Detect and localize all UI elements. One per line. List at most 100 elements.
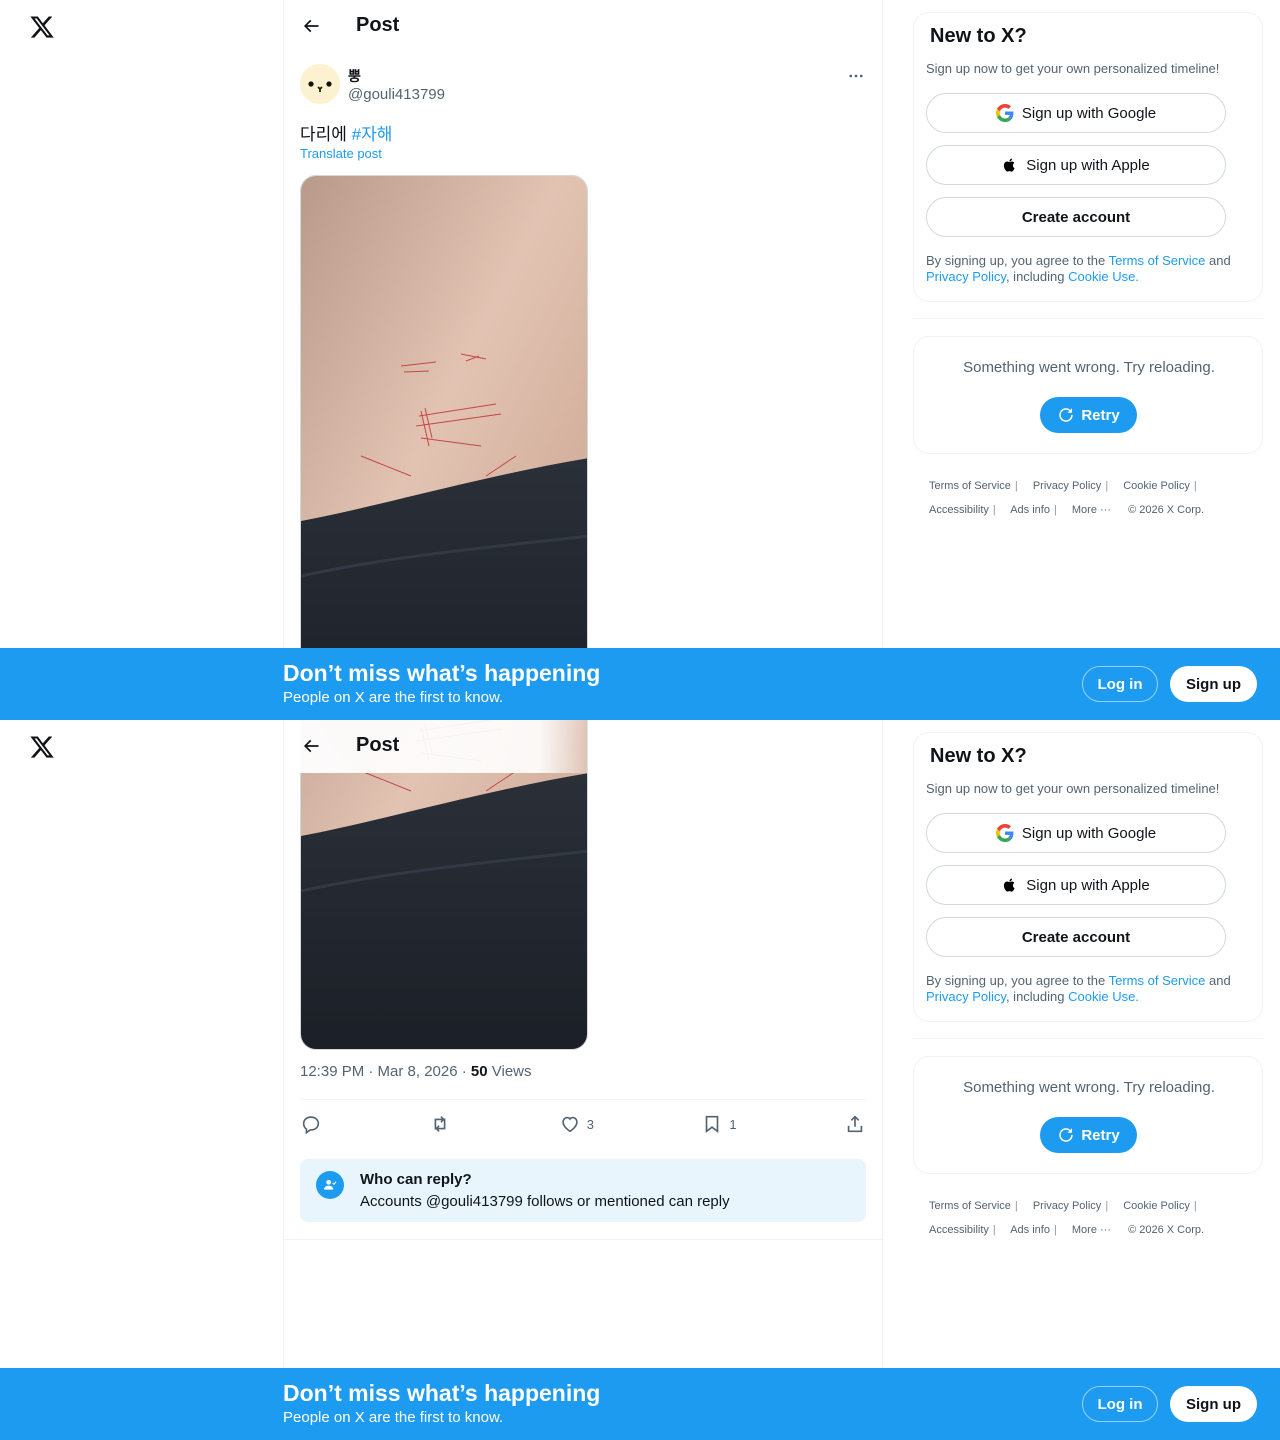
reply-button[interactable] — [300, 1109, 322, 1139]
apple-signup-button[interactable]: Sign up with Apple — [926, 145, 1226, 185]
post-media-image[interactable] — [300, 175, 588, 720]
bookmark-icon — [706, 1115, 719, 1133]
reply-icon — [302, 1116, 320, 1135]
mention-user-icon — [316, 1171, 344, 1199]
privacy-link[interactable]: Privacy Policy — [926, 269, 1006, 284]
cookie-link[interactable]: Cookie Use. — [1068, 989, 1139, 1004]
divider — [300, 1099, 866, 1100]
post-header: Post — [284, 720, 882, 773]
page-title: Post — [356, 14, 400, 36]
bookmark-button[interactable]: 1 — [701, 1109, 737, 1139]
footer-terms-link[interactable]: Terms of Service — [929, 1200, 1011, 1212]
post-header: Post — [284, 0, 882, 53]
footer-more-link[interactable]: More ··· — [1072, 1224, 1111, 1236]
google-signup-label: Sign up with Google — [1021, 824, 1157, 842]
legal-including: , including — [1005, 269, 1069, 284]
footer-links: Terms of Service | Privacy Policy | Cookie… — [929, 1200, 1205, 1236]
sidebar-divider — [913, 318, 1263, 319]
author-display-name[interactable]: 뿡 — [348, 66, 361, 86]
signup-card: New to X? Sign up now to get your own pe… — [913, 732, 1263, 1022]
views-label: Views — [487, 1063, 532, 1080]
footer-more-link[interactable]: More ··· — [1072, 504, 1111, 516]
post-text-body: 다리에 — [300, 125, 352, 144]
terms-link[interactable]: Terms of Service — [1109, 253, 1206, 268]
heart-icon — [562, 1116, 578, 1133]
footer-links: Terms of Service | Privacy Policy | Cookie… — [929, 480, 1205, 516]
signup-button[interactable]: Sign up — [1170, 1386, 1257, 1422]
create-account-button[interactable]: Create account — [926, 917, 1226, 957]
google-icon — [995, 824, 1014, 842]
translate-post-link[interactable]: Translate post — [300, 146, 382, 161]
hashtag-link[interactable]: #자해 — [352, 125, 393, 144]
banner-title: Don’t miss what’s happening — [283, 1380, 601, 1406]
retry-button[interactable]: Retry — [1040, 1117, 1137, 1153]
footer-ads-link[interactable]: Ads info — [1010, 504, 1050, 516]
who-can-reply-title: Who can reply? — [360, 1171, 472, 1188]
retry-label: Retry — [1081, 1126, 1120, 1144]
retry-button[interactable]: Retry — [1040, 397, 1137, 433]
share-button[interactable] — [844, 1109, 866, 1139]
create-account-button[interactable]: Create account — [926, 197, 1226, 237]
legal-and: and — [1205, 253, 1231, 268]
google-signup-button[interactable]: Sign up with Google — [926, 813, 1226, 853]
views-count: 50 — [470, 1063, 488, 1080]
error-message: Something went wrong. Try reloading. — [963, 1079, 1215, 1096]
divider — [284, 1239, 882, 1240]
legal-and: and — [1205, 973, 1231, 988]
legal-including: , including — [1005, 989, 1069, 1004]
footer-ads-link[interactable]: Ads info — [1010, 1224, 1050, 1236]
x-logo-icon[interactable] — [29, 734, 55, 760]
like-count: 3 — [586, 1116, 594, 1132]
x-logo-icon[interactable] — [29, 14, 55, 40]
page-title: Post — [356, 734, 400, 756]
bookmark-count: 1 — [729, 1116, 737, 1132]
page-frame-top: Post 뿡 @gouli413799 다리에 #자해 Translate po… — [0, 0, 1280, 720]
repost-button[interactable] — [429, 1109, 451, 1139]
legal-prefix: By signing up, you agree to the — [926, 973, 1109, 988]
apple-signup-label: Sign up with Apple — [1026, 156, 1150, 174]
post-author: 뿡 @gouli413799 — [300, 64, 868, 108]
signup-banner: Don’t miss what’s happening People on X … — [0, 1368, 1280, 1440]
signup-title: New to X? — [930, 745, 1027, 767]
who-can-reply-box: Who can reply? Accounts @gouli413799 fol… — [300, 1159, 866, 1222]
apple-icon — [1004, 158, 1015, 172]
terms-link[interactable]: Terms of Service — [1109, 973, 1206, 988]
footer-cookie-link[interactable]: Cookie Policy — [1123, 1200, 1190, 1212]
post-timestamp[interactable]: 12:39 PM · Mar 8, 2026 · — [300, 1063, 471, 1080]
google-icon — [995, 104, 1014, 122]
legal-text: By signing up, you agree to the Terms of… — [926, 253, 1256, 285]
more-options-icon[interactable] — [844, 66, 868, 86]
footer-accessibility-link[interactable]: Accessibility — [929, 1224, 989, 1236]
footer-copyright: © 2026 X Corp. — [1128, 1224, 1205, 1236]
who-can-reply-subtitle: Accounts @gouli413799 follows or mention… — [360, 1193, 730, 1210]
signup-subtitle: Sign up now to get your own personalized… — [926, 61, 1220, 76]
google-signup-button[interactable]: Sign up with Google — [926, 93, 1226, 133]
footer-terms-link[interactable]: Terms of Service — [929, 480, 1011, 492]
apple-icon — [1004, 878, 1015, 892]
signup-button[interactable]: Sign up — [1170, 666, 1257, 702]
footer-cookie-link[interactable]: Cookie Policy — [1123, 480, 1190, 492]
footer-accessibility-link[interactable]: Accessibility — [929, 504, 989, 516]
footer-privacy-link[interactable]: Privacy Policy — [1033, 1200, 1101, 1212]
signup-subtitle: Sign up now to get your own personalized… — [926, 781, 1220, 796]
author-handle[interactable]: @gouli413799 — [348, 86, 445, 103]
share-icon — [847, 1115, 863, 1133]
refresh-icon — [1059, 408, 1074, 422]
google-signup-label: Sign up with Google — [1021, 104, 1157, 122]
primary-column: Post 뿡 @gouli413799 다리에 #자해 Translate po… — [283, 0, 883, 720]
banner-subtitle: People on X are the first to know. — [283, 689, 504, 706]
apple-signup-button[interactable]: Sign up with Apple — [926, 865, 1226, 905]
cookie-link[interactable]: Cookie Use. — [1068, 269, 1139, 284]
login-button[interactable]: Log in — [1082, 666, 1158, 702]
footer-privacy-link[interactable]: Privacy Policy — [1033, 480, 1101, 492]
signup-card: New to X? Sign up now to get your own pe… — [913, 12, 1263, 302]
back-arrow-icon[interactable] — [298, 13, 324, 39]
post-metadata: 12:39 PM · Mar 8, 2026 · 50 Views — [300, 1063, 532, 1080]
like-button[interactable]: 3 — [559, 1109, 594, 1139]
back-arrow-icon[interactable] — [298, 733, 324, 759]
retry-label: Retry — [1081, 406, 1120, 424]
login-button[interactable]: Log in — [1082, 1386, 1158, 1422]
signup-banner: Don’t miss what’s happening People on X … — [0, 648, 1280, 720]
avatar[interactable] — [300, 64, 340, 104]
privacy-link[interactable]: Privacy Policy — [926, 989, 1006, 1004]
